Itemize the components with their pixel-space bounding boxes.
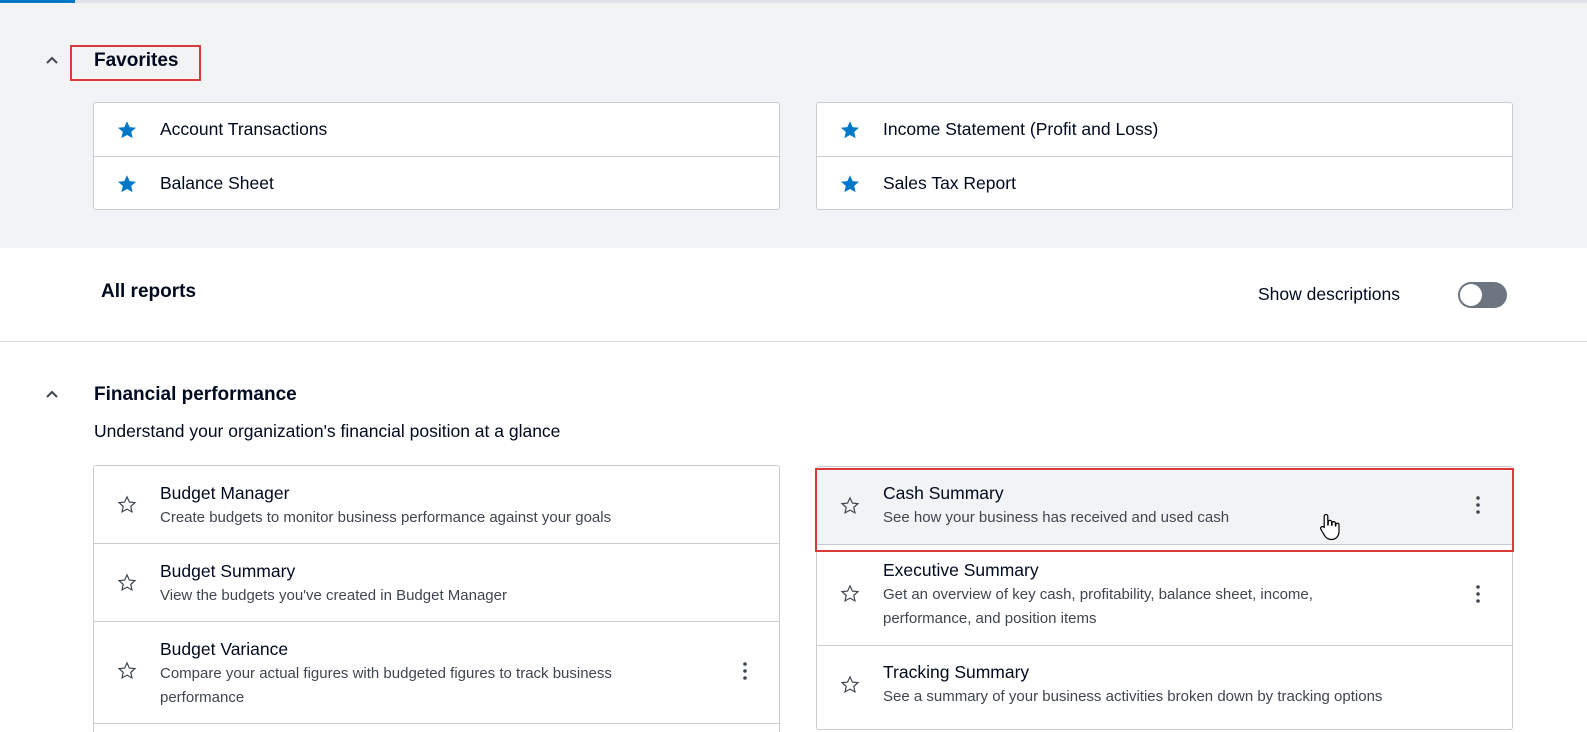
- more-options-icon[interactable]: [1470, 583, 1486, 605]
- favorites-title: Favorites: [94, 50, 179, 71]
- report-title: Executive Summary: [883, 560, 1039, 580]
- star-filled-icon[interactable]: [839, 173, 861, 195]
- report-description: Create budgets to monitor business perfo…: [160, 509, 612, 526]
- star-outline-icon[interactable]: [116, 572, 138, 594]
- report-title: Tracking Summary: [883, 662, 1030, 682]
- favorites-right-card: Income Statement (Profit and Loss) Sales…: [816, 102, 1513, 210]
- star-filled-icon[interactable]: [116, 119, 138, 141]
- star-filled-icon[interactable]: [839, 119, 861, 141]
- financial-performance-title: Financial performance: [94, 384, 297, 405]
- more-options-icon[interactable]: [1470, 494, 1486, 516]
- report-title: Cash Summary: [883, 483, 1004, 503]
- favorite-item-income-statement[interactable]: Income Statement (Profit and Loss): [817, 103, 1512, 157]
- all-reports-title: All reports: [101, 281, 197, 302]
- report-description: Get an overview of key cash, profitabili…: [883, 586, 1313, 627]
- favorite-item-label: Account Transactions: [160, 119, 328, 139]
- all-reports-header: All reports Show descriptions: [0, 248, 1587, 342]
- report-title: Budget Variance: [160, 639, 289, 659]
- report-item-tracking-summary[interactable]: Tracking Summary See a summary of your b…: [817, 646, 1512, 724]
- report-item-budget-variance[interactable]: Budget Variance Compare your actual figu…: [94, 622, 779, 724]
- financial-performance-left-card: Budget Manager Create budgets to monitor…: [93, 465, 780, 732]
- star-filled-icon[interactable]: [116, 173, 138, 195]
- star-outline-icon[interactable]: [839, 674, 861, 696]
- report-item-cash-summary[interactable]: Cash Summary See how your business has r…: [817, 467, 1512, 545]
- favorite-item-label: Income Statement (Profit and Loss): [883, 119, 1159, 139]
- report-description: See a summary of your business activitie…: [883, 688, 1383, 705]
- report-item-budget-summary[interactable]: Budget Summary View the budgets you've c…: [94, 544, 779, 622]
- favorite-item-account-transactions[interactable]: Account Transactions: [94, 103, 779, 157]
- star-outline-icon[interactable]: [839, 495, 861, 517]
- show-descriptions-toggle[interactable]: [1458, 282, 1507, 308]
- report-description: Compare your actual figures with budgete…: [160, 665, 612, 706]
- favorites-left-card: Account Transactions Balance Sheet: [93, 102, 780, 210]
- report-description: See how your business has received and u…: [883, 509, 1230, 526]
- favorite-item-label: Sales Tax Report: [883, 173, 1016, 193]
- report-item-budget-manager[interactable]: Budget Manager Create budgets to monitor…: [94, 466, 779, 544]
- report-title: Budget Manager: [160, 483, 290, 503]
- show-descriptions-label: Show descriptions: [1257, 284, 1400, 304]
- favorite-item-sales-tax-report[interactable]: Sales Tax Report: [817, 157, 1512, 209]
- favorites-collapse-chevron-up-icon[interactable]: [45, 53, 59, 67]
- star-outline-icon[interactable]: [116, 660, 138, 682]
- report-description: View the budgets you've created in Budge…: [160, 587, 507, 604]
- more-options-icon[interactable]: [737, 660, 753, 682]
- star-outline-icon[interactable]: [116, 494, 138, 516]
- favorite-item-balance-sheet[interactable]: Balance Sheet: [94, 157, 779, 209]
- financial-performance-right-card: Cash Summary See how your business has r…: [816, 466, 1513, 730]
- favorite-item-label: Balance Sheet: [160, 173, 274, 193]
- financial-performance-description: Understand your organization's financial…: [94, 421, 561, 441]
- financial-performance-collapse-chevron-up-icon[interactable]: [45, 387, 59, 401]
- toggle-knob: [1460, 284, 1482, 306]
- report-item-executive-summary[interactable]: Executive Summary Get an overview of key…: [817, 545, 1512, 646]
- report-title: Budget Summary: [160, 561, 296, 581]
- star-outline-icon[interactable]: [839, 583, 861, 605]
